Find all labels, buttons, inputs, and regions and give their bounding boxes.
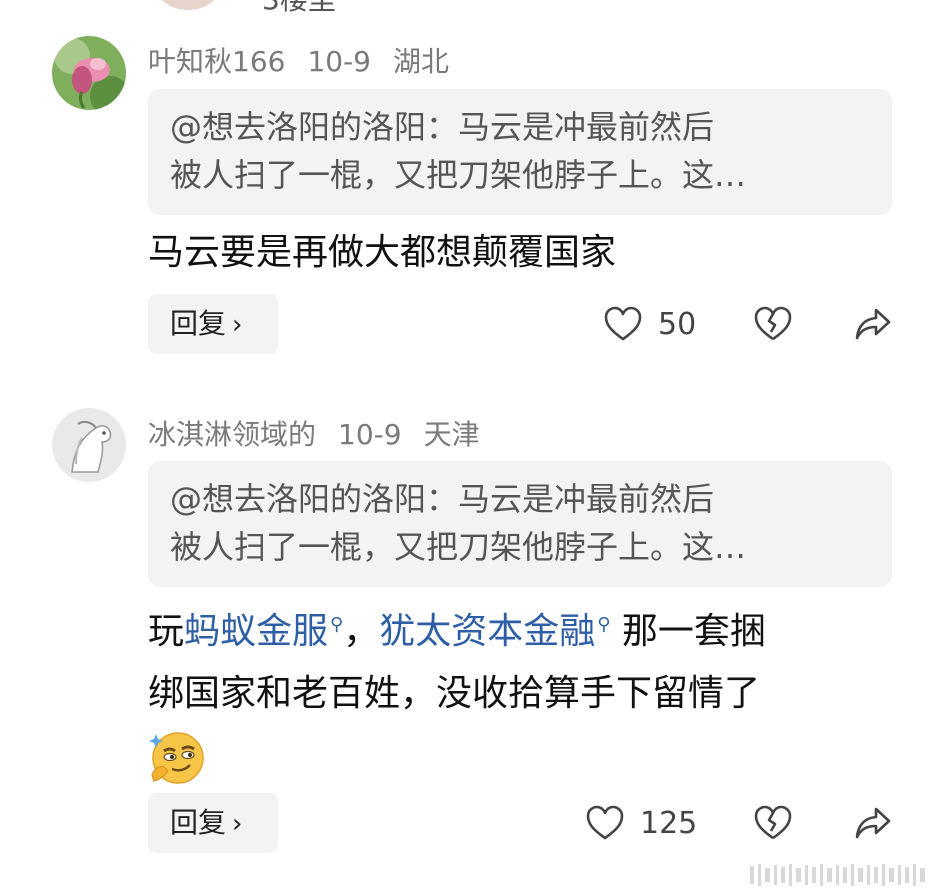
chevron-right-icon: ›: [232, 809, 243, 839]
comment-meta: 叶知秋166 10-9 湖北: [148, 40, 471, 80]
comment-location: 天津: [423, 418, 480, 451]
share-button[interactable]: [854, 806, 892, 840]
search-icon: ⚲: [330, 614, 344, 635]
like-count: 125: [640, 805, 698, 841]
like-button[interactable]: 50: [604, 306, 696, 342]
comment-location: 湖北: [393, 45, 450, 78]
text-segment: ，: [343, 611, 380, 652]
smirk-thinking-emoji-icon: [148, 725, 908, 793]
search-icon: ⚲: [597, 614, 611, 635]
username[interactable]: 叶知秋166: [148, 45, 285, 78]
comment-text-line: 绑国家和老百姓，没收拾算手下留情了: [148, 673, 761, 714]
reply-button[interactable]: 回复 ›: [148, 793, 278, 853]
comment-date: 10-9: [338, 418, 402, 451]
broken-heart-icon: [754, 805, 792, 841]
previous-avatar: [150, 0, 226, 10]
watermark-bars: [750, 862, 930, 888]
dislike-button[interactable]: [754, 306, 792, 342]
heart-icon: [604, 306, 642, 342]
share-button[interactable]: [854, 307, 892, 341]
username[interactable]: 冰淇淋领域的: [148, 418, 316, 451]
broken-heart-icon: [754, 306, 792, 342]
comment-text-line: 玩蚂蚁金服 ⚲，犹太资本金融 ⚲ 那一套捆: [148, 594, 908, 663]
share-arrow-icon: [854, 806, 892, 840]
text-segment: 那一套捆: [621, 611, 766, 652]
comment-text: 马云要是再做大都想颠覆国家: [148, 232, 617, 273]
quoted-text-line: 被人扫了一棍，又把刀架他脖子上。这…: [170, 528, 747, 566]
reply-label: 回复: [170, 307, 227, 340]
comment-meta: 冰淇淋领域的 10-9 天津: [148, 413, 502, 453]
quoted-comment[interactable]: @想去洛阳的洛阳：马云是冲最前然后 被人扫了一棍，又把刀架他脖子上。这…: [148, 461, 892, 587]
previous-comment-fragment: 3楼里: [0, 0, 946, 12]
share-arrow-icon: [854, 307, 892, 341]
previous-text: 3楼里: [262, 0, 336, 12]
reply-button[interactable]: 回复 ›: [148, 294, 278, 354]
quoted-text-line: @想去洛阳的洛阳：马云是冲最前然后: [170, 108, 715, 146]
horse-sketch-avatar-icon[interactable]: [52, 408, 126, 482]
quoted-comment[interactable]: @想去洛阳的洛阳：马云是冲最前然后 被人扫了一棍，又把刀架他脖子上。这…: [148, 89, 892, 215]
text-segment: 玩: [148, 611, 185, 652]
comment-date: 10-9: [307, 45, 371, 78]
like-button[interactable]: 125: [586, 805, 697, 841]
pink-flower-avatar-icon[interactable]: [52, 36, 126, 110]
dislike-button[interactable]: [754, 805, 792, 841]
comment-text: 玩蚂蚁金服 ⚲，犹太资本金融 ⚲ 那一套捆 绑国家和老百姓，没收拾算手下留情了: [148, 594, 908, 793]
quoted-text: @想去洛阳的洛阳：马云是冲最前然后 被人扫了一棍，又把刀架他脖子上。这…: [170, 103, 880, 199]
reply-label: 回复: [170, 806, 227, 839]
search-link-ant-financial[interactable]: 蚂蚁金服: [184, 611, 328, 652]
quoted-text: @想去洛阳的洛阳：马云是冲最前然后 被人扫了一棍，又把刀架他脖子上。这…: [170, 475, 880, 571]
search-link-capital-finance[interactable]: 犹太资本金融: [379, 611, 595, 652]
heart-icon: [586, 805, 624, 841]
quoted-text-line: @想去洛阳的洛阳：马云是冲最前然后: [170, 480, 715, 518]
like-count: 50: [658, 306, 697, 342]
chevron-right-icon: ›: [232, 310, 243, 340]
quoted-text-line: 被人扫了一棍，又把刀架他脖子上。这…: [170, 156, 747, 194]
